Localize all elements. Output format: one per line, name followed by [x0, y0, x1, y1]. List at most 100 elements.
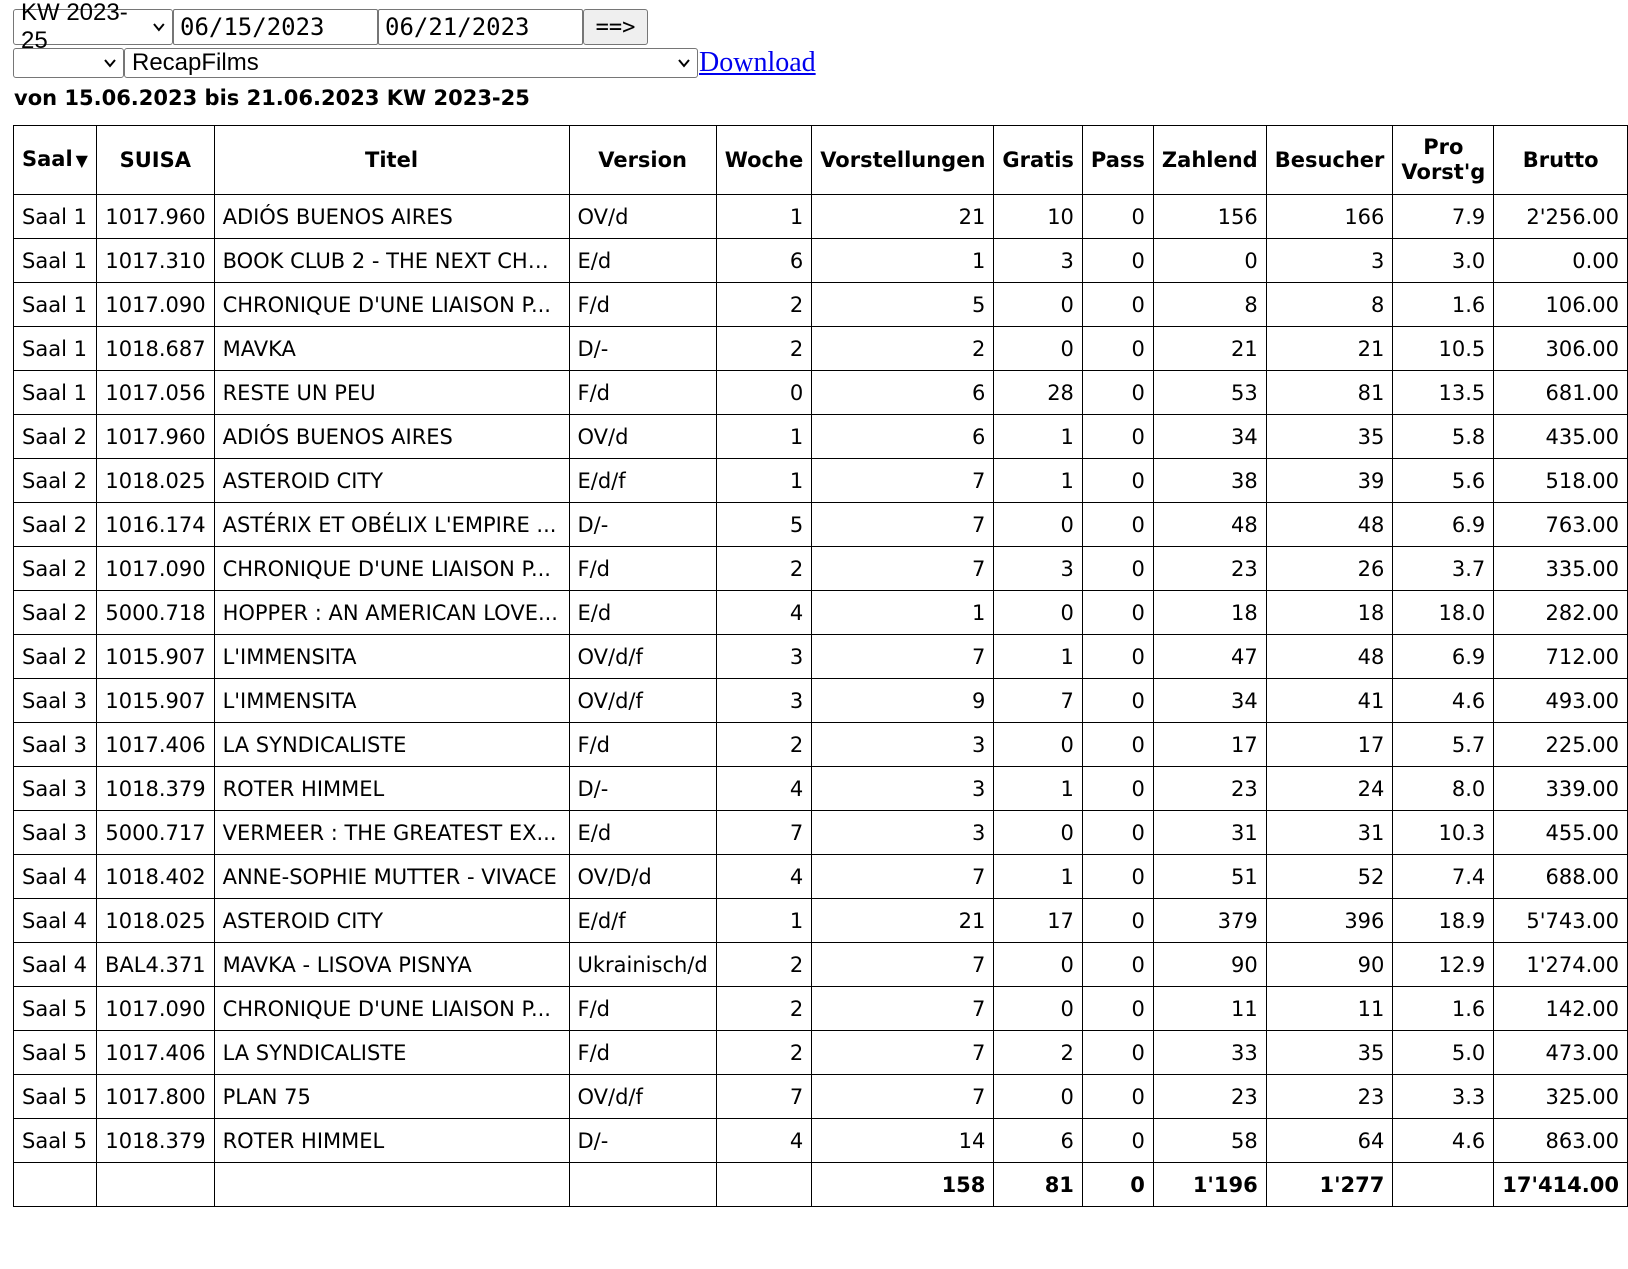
cell-saal: Saal 3: [13, 766, 97, 811]
column-header-gratis[interactable]: Gratis: [993, 125, 1083, 195]
column-header-saal[interactable]: Saal ▼: [13, 125, 97, 195]
cell-titel: ANNE-SOPHIE MUTTER - VIVACE: [213, 854, 570, 899]
cell-woche: 2: [715, 722, 813, 767]
cell-gratis: 0: [993, 590, 1083, 635]
column-header-suisa[interactable]: SUISA: [95, 125, 215, 195]
cell-suisa: 1017.090: [95, 546, 215, 591]
cell-saal: Saal 2: [13, 590, 97, 635]
filter-select[interactable]: [13, 48, 124, 78]
cell-suisa: 1017.800: [95, 1074, 215, 1119]
column-header-pass[interactable]: Pass: [1081, 125, 1154, 195]
cell-zahlend: 0: [1152, 238, 1267, 283]
cell-zahlend: 48: [1152, 502, 1267, 547]
table-row: Saal 5 1018.379 ROTER HIMMEL D/- 4 14 6 0 58 64 4.…: [13, 1118, 1628, 1163]
cell-besucher: 90: [1265, 942, 1394, 987]
totals-empty-cell: [13, 1162, 97, 1207]
column-header-vorstellungen[interactable]: Vorstellungen: [811, 125, 995, 195]
cell-saal: Saal 3: [13, 722, 97, 767]
cell-titel: VERMEER : THE GREATEST EX...: [213, 810, 570, 855]
date-from-value: 06/15/2023: [180, 13, 325, 41]
cell-zahlend: 58: [1152, 1118, 1267, 1163]
total-pass: 0: [1081, 1162, 1154, 1207]
column-header-pro-vorstg[interactable]: Pro Vorst'g: [1392, 125, 1495, 195]
cell-saal: Saal 1: [13, 282, 97, 327]
cell-zahlend: 8: [1152, 282, 1267, 327]
cell-woche: 1: [715, 414, 813, 459]
cell-suisa: 1018.025: [95, 458, 215, 503]
cell-gratis: 0: [993, 942, 1083, 987]
cell-pro-vorstg: 10.3: [1392, 810, 1495, 855]
column-header-version[interactable]: Version: [568, 125, 717, 195]
cell-pass: 0: [1081, 1030, 1154, 1075]
cell-version: Ukrainisch/d: [568, 942, 717, 987]
cell-titel: ASTEROID CITY: [213, 898, 570, 943]
cell-besucher: 48: [1265, 502, 1394, 547]
column-header-woche[interactable]: Woche: [715, 125, 813, 195]
cell-saal: Saal 2: [13, 458, 97, 503]
cell-pass: 0: [1081, 854, 1154, 899]
cell-woche: 2: [715, 942, 813, 987]
cell-brutto: 2'256.00: [1493, 194, 1628, 239]
cell-brutto: 339.00: [1493, 766, 1628, 811]
cell-vorstellungen: 7: [811, 1030, 995, 1075]
date-from-input[interactable]: 06/15/2023: [173, 9, 378, 45]
date-range-heading: von 15.06.2023 bis 21.06.2023 KW 2023-25: [14, 86, 530, 110]
cell-gratis: 3: [993, 546, 1083, 591]
cell-titel: CHRONIQUE D'UNE LIAISON P...: [213, 546, 570, 591]
cell-zahlend: 31: [1152, 810, 1267, 855]
cell-pass: 0: [1081, 1074, 1154, 1119]
cell-titel: ADIÓS BUENOS AIRES: [213, 414, 570, 459]
totals-empty-cell: [715, 1162, 813, 1207]
cell-gratis: 6: [993, 1118, 1083, 1163]
cell-besucher: 18: [1265, 590, 1394, 635]
cell-pro-vorstg: 4.6: [1392, 1118, 1495, 1163]
cell-zahlend: 38: [1152, 458, 1267, 503]
cell-besucher: 41: [1265, 678, 1394, 723]
cell-saal: Saal 1: [13, 194, 97, 239]
column-header-brutto[interactable]: Brutto: [1493, 125, 1628, 195]
cell-gratis: 0: [993, 282, 1083, 327]
column-header-titel[interactable]: Titel: [213, 125, 570, 195]
cell-titel: MAVKA - LISOVA PISNYA: [213, 942, 570, 987]
cell-pro-vorstg: 18.9: [1392, 898, 1495, 943]
cell-titel: ROTER HIMMEL: [213, 1118, 570, 1163]
cell-pass: 0: [1081, 810, 1154, 855]
table-row: Saal 5 1017.406 LA SYNDICALISTE F/d 2 7 2 0 33 35…: [13, 1030, 1628, 1075]
cell-zahlend: 47: [1152, 634, 1267, 679]
cell-saal: Saal 5: [13, 1074, 97, 1119]
week-select[interactable]: KW 2023-25: [13, 0, 173, 54]
cell-pro-vorstg: 7.9: [1392, 194, 1495, 239]
cell-gratis: 17: [993, 898, 1083, 943]
cell-saal: Saal 1: [13, 326, 97, 371]
table-row: Saal 2 5000.718 HOPPER : AN AMERICAN LOVE.…: [13, 590, 1628, 635]
cell-version: F/d: [568, 282, 717, 327]
cell-pro-vorstg: 5.6: [1392, 458, 1495, 503]
go-button[interactable]: ==>: [583, 9, 648, 45]
report-select[interactable]: RecapFilms: [124, 48, 698, 78]
download-link[interactable]: Download: [699, 48, 816, 78]
column-header-zahlend[interactable]: Zahlend: [1152, 125, 1267, 195]
table-row: Saal 1 1018.687 MAVKA D/- 2 2 0 0 21 21 10.5 306.00: [13, 326, 1628, 371]
cell-brutto: 493.00: [1493, 678, 1628, 723]
cell-version: OV/d: [568, 194, 717, 239]
cell-suisa: 1017.960: [95, 414, 215, 459]
cell-woche: 3: [715, 678, 813, 723]
date-to-value: 06/21/2023: [385, 13, 530, 41]
date-to-input[interactable]: 06/21/2023: [378, 9, 583, 45]
report-select-value: RecapFilms: [132, 49, 259, 76]
cell-suisa: 1015.907: [95, 634, 215, 679]
total-besucher: 1'277: [1265, 1162, 1394, 1207]
cell-suisa: 1015.907: [95, 678, 215, 723]
cell-woche: 2: [715, 546, 813, 591]
week-select-value: KW 2023-25: [21, 0, 128, 54]
column-header-besucher[interactable]: Besucher: [1265, 125, 1394, 195]
cell-vorstellungen: 7: [811, 458, 995, 503]
cell-suisa: 1018.687: [95, 326, 215, 371]
cell-version: OV/d/f: [568, 1074, 717, 1119]
cell-brutto: 335.00: [1493, 546, 1628, 591]
cell-version: F/d: [568, 986, 717, 1031]
cell-titel: ROTER HIMMEL: [213, 766, 570, 811]
cell-pro-vorstg: 6.9: [1392, 502, 1495, 547]
cell-suisa: 1017.056: [95, 370, 215, 415]
cell-besucher: 11: [1265, 986, 1394, 1031]
